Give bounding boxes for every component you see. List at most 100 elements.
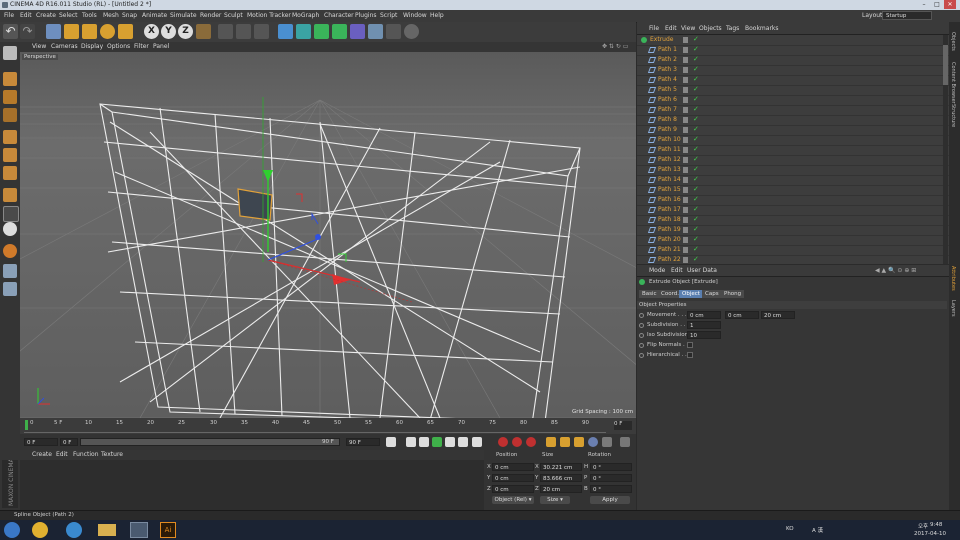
material-menu-edit[interactable]: Edit	[56, 451, 68, 458]
visibility-dots-icon[interactable]	[683, 127, 688, 133]
redo-icon[interactable]: ↷	[20, 24, 35, 39]
visibility-dots-icon[interactable]	[683, 167, 688, 173]
enabled-check-icon[interactable]: ✓	[693, 95, 699, 103]
visibility-dots-icon[interactable]	[683, 187, 688, 193]
hierarchical-checkbox[interactable]	[687, 352, 693, 358]
enabled-check-icon[interactable]: ✓	[693, 255, 699, 263]
menu-tools[interactable]: Tools	[82, 12, 97, 19]
menu-mograph[interactable]: MoGraph	[292, 12, 319, 19]
am-tab-caps[interactable]: Caps	[702, 290, 722, 298]
taskbar-ie-icon[interactable]	[66, 522, 82, 538]
menu-window[interactable]: Window	[403, 12, 427, 19]
visibility-dots-icon[interactable]	[683, 177, 688, 183]
key-rotation-icon[interactable]	[574, 437, 584, 447]
menu-animate[interactable]: Animate	[142, 12, 167, 19]
enabled-check-icon[interactable]: ✓	[693, 235, 699, 243]
enabled-check-icon[interactable]: ✓	[693, 225, 699, 233]
key-param-icon[interactable]	[588, 437, 598, 447]
viewport-menu-display[interactable]: Display	[81, 43, 103, 50]
am-menu-edit[interactable]: Edit	[671, 267, 683, 274]
om-scrollbar[interactable]	[943, 35, 948, 264]
subdivision-icon[interactable]	[314, 24, 329, 39]
enabled-check-icon[interactable]: ✓	[693, 245, 699, 253]
next-key-icon[interactable]	[458, 437, 468, 447]
current-frame-field[interactable]: 0 F	[24, 438, 58, 446]
start-frame-field[interactable]: 0 F	[60, 438, 78, 446]
coordinate-system-icon[interactable]	[196, 24, 211, 39]
movement-y[interactable]: 0 cm	[725, 311, 759, 319]
menu-file[interactable]: File	[4, 12, 14, 19]
planar-workplane-icon[interactable]	[3, 264, 17, 278]
scale-icon[interactable]	[82, 24, 97, 39]
enabled-check-icon[interactable]: ✓	[693, 115, 699, 123]
enabled-check-icon[interactable]: ✓	[693, 185, 699, 193]
tweak-mode-icon[interactable]	[3, 206, 19, 222]
next-frame-icon[interactable]	[445, 437, 455, 447]
object-row[interactable]: Path 22 ✓	[637, 255, 949, 264]
enabled-check-icon[interactable]: ✓	[693, 175, 699, 183]
coord-pos-z[interactable]: 0 cm	[492, 485, 534, 493]
grid-icon[interactable]	[3, 282, 17, 296]
snap-icon[interactable]	[3, 222, 17, 236]
taskbar-cinema4d-icon[interactable]	[130, 522, 148, 538]
visibility-dots-icon[interactable]	[683, 207, 688, 213]
key-pla-icon[interactable]	[602, 437, 612, 447]
select-arrow-icon[interactable]	[46, 24, 61, 39]
menu-help[interactable]: Help	[430, 12, 444, 19]
menu-motion-tracker[interactable]: Motion Tracker	[247, 12, 291, 19]
om-menu-file[interactable]: File	[649, 25, 659, 32]
coord-pos-y[interactable]: 0 cm	[492, 474, 534, 482]
edges-mode-icon[interactable]	[3, 148, 17, 162]
coord-size-y[interactable]: 83.666 cm	[540, 474, 582, 482]
maximize-button[interactable]: □	[931, 0, 943, 9]
deformer-icon[interactable]	[350, 24, 365, 39]
enabled-check-icon[interactable]: ✓	[693, 195, 699, 203]
cube-object-icon[interactable]	[278, 24, 293, 39]
subdivision-field[interactable]: 1	[687, 321, 721, 329]
menu-mesh[interactable]: Mesh	[103, 12, 119, 19]
enabled-check-icon[interactable]: ✓	[693, 45, 699, 53]
taskbar-illustrator-icon[interactable]: Ai	[160, 522, 176, 538]
flip-anim-dot[interactable]	[639, 343, 644, 348]
coord-size-z[interactable]: 20 cm	[540, 485, 582, 493]
visibility-dots-icon[interactable]	[683, 247, 688, 253]
enabled-check-icon[interactable]: ✓	[693, 135, 699, 143]
polygons-mode-icon[interactable]	[3, 166, 17, 180]
visibility-dots-icon[interactable]	[683, 157, 688, 163]
viewport[interactable]: Perspective Grid Spacing : 100 cm	[20, 52, 636, 418]
om-menu-bookmarks[interactable]: Bookmarks	[745, 25, 779, 32]
material-menu-texture[interactable]: Texture	[101, 451, 123, 458]
coord-size-x[interactable]: 30.221 cm	[540, 463, 582, 471]
coord-pos-x[interactable]: 0 cm	[492, 463, 534, 471]
move-icon[interactable]	[64, 24, 79, 39]
movement-x[interactable]: 0 cm	[687, 311, 721, 319]
visibility-dots-icon[interactable]	[683, 67, 688, 73]
material-menu-function[interactable]: Function	[73, 451, 99, 458]
z-axis-lock-button[interactable]: Z	[178, 24, 193, 39]
record-icon[interactable]	[498, 437, 508, 447]
texture-mode-icon[interactable]	[3, 90, 17, 104]
pen-spline-icon[interactable]	[296, 24, 311, 39]
key-position-icon[interactable]	[546, 437, 556, 447]
movement-anim-dot[interactable]	[639, 313, 644, 318]
enabled-check-icon[interactable]: ✓	[693, 205, 699, 213]
floor-icon[interactable]	[368, 24, 383, 39]
render-picture-viewer-icon[interactable]	[236, 24, 251, 39]
coord-rot-h[interactable]: 0 °	[590, 463, 632, 471]
make-editable-icon[interactable]	[3, 46, 17, 60]
keyframe-selection-icon[interactable]	[526, 437, 536, 447]
points-mode-icon[interactable]	[3, 130, 17, 144]
layout-select[interactable]: Startup	[882, 11, 932, 20]
am-nav-icons[interactable]: ◀ ▲ 🔍 ⊙ ⊕ ⊞	[875, 267, 916, 274]
visibility-dots-icon[interactable]	[683, 37, 688, 43]
enabled-check-icon[interactable]: ✓	[693, 215, 699, 223]
visibility-dots-icon[interactable]	[683, 217, 688, 223]
om-menu-objects[interactable]: Objects	[699, 25, 722, 32]
timeline-window-icon[interactable]	[620, 437, 630, 447]
model-mode-icon[interactable]	[3, 72, 17, 86]
visibility-dots-icon[interactable]	[683, 87, 688, 93]
visibility-dots-icon[interactable]	[683, 237, 688, 243]
am-tab-phong[interactable]: Phong	[721, 290, 745, 298]
timeline-ruler[interactable]: 0 5 F 10 15 20 25 30 35 40 45 50 55 60 6…	[20, 418, 636, 434]
taskbar-ime[interactable]: A 漢	[812, 526, 823, 534]
